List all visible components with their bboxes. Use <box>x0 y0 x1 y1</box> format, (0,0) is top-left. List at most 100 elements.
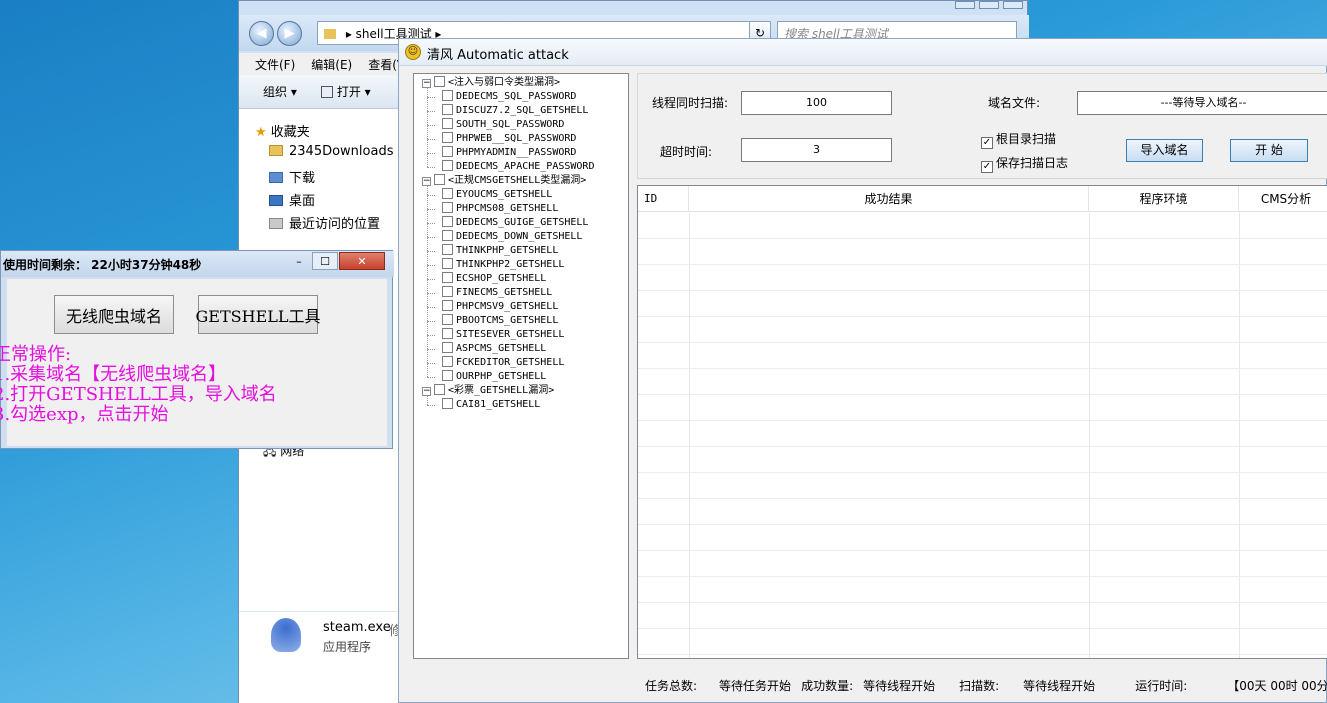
timer-dialog: 使用时间剩余： 22小时37分钟48秒 – ☐ ✕ 无线爬虫域名 GETSHEL… <box>0 250 394 449</box>
table-row <box>638 264 1327 265</box>
tree-checkbox[interactable] <box>442 104 453 115</box>
tree-connector <box>427 279 435 280</box>
tree-item[interactable]: PHPMYADMIN__PASSWORD <box>442 146 576 160</box>
tree-group[interactable]: − <正规CMSGETSHELL类型漏洞> <box>422 174 586 188</box>
collapse-icon[interactable]: − <box>422 79 431 88</box>
collapse-icon[interactable]: − <box>422 177 431 186</box>
tree-item[interactable]: EYOUCMS_GETSHELL <box>442 188 552 202</box>
tree-checkbox[interactable] <box>434 76 445 87</box>
tree-item[interactable]: PHPCMSV9_GETSHELL <box>442 300 558 314</box>
getshell-tool-button[interactable]: GETSHELL工具 <box>196 295 321 334</box>
menu-file[interactable]: 文件(F) <box>255 56 295 73</box>
tree-item[interactable]: DEDECMS_SQL_PASSWORD <box>442 90 576 104</box>
col-result[interactable]: 成功结果 <box>689 186 1089 212</box>
start-button[interactable]: 开 始 <box>1230 139 1308 162</box>
instruction-line: 正常操作: <box>0 344 72 365</box>
tree-group[interactable]: − <注入与弱口令类型漏洞> <box>422 76 560 90</box>
forward-arrow-icon[interactable]: ▶ <box>277 21 302 46</box>
open-button[interactable]: 打开 ▾ <box>320 83 395 100</box>
tree-checkbox[interactable] <box>442 342 453 353</box>
tree-checkbox[interactable] <box>442 300 453 311</box>
tree-item[interactable]: DEDECMS_APACHE_PASSWORD <box>442 160 594 174</box>
tree-connector <box>427 111 435 112</box>
tree-connector <box>427 223 435 224</box>
tree-item[interactable]: ASPCMS_GETSHELL <box>442 342 546 356</box>
tree-checkbox[interactable] <box>442 258 453 269</box>
explorer-close-button[interactable] <box>1003 1 1023 9</box>
app-logo-icon: ☺ <box>405 44 421 60</box>
tree-checkbox[interactable] <box>434 384 445 395</box>
tree-item[interactable]: DISCUZ7.2_SQL_GETSHELL <box>442 104 588 118</box>
col-environment[interactable]: 程序环境 <box>1089 186 1239 212</box>
tree-checkbox[interactable] <box>442 118 453 129</box>
tree-group[interactable]: − <彩票_GETSHELL漏洞> <box>422 384 554 398</box>
menu-edit[interactable]: 编辑(E) <box>311 56 352 73</box>
tree-checkbox[interactable] <box>442 160 453 171</box>
tree-checkbox[interactable] <box>434 174 445 185</box>
domain-file-input[interactable]: ---等待导入域名-- <box>1077 91 1327 115</box>
tree-item[interactable]: PBOOTCMS_GETSHELL <box>442 314 558 328</box>
tree-checkbox[interactable] <box>442 90 453 101</box>
tree-checkbox[interactable] <box>442 314 453 325</box>
nav-favorites[interactable]: ★ 收藏夹 <box>255 121 310 140</box>
tree-item[interactable]: SITESEVER_GETSHELL <box>442 328 564 342</box>
back-arrow-icon[interactable]: ◀ <box>249 21 274 46</box>
organize-button[interactable]: 组织 ▾ <box>263 83 297 100</box>
tree-checkbox[interactable] <box>442 132 453 143</box>
tree-checkbox[interactable] <box>442 272 453 283</box>
timeout-input[interactable]: 3 <box>741 138 892 162</box>
tree-checkbox[interactable] <box>442 244 453 255</box>
minimize-icon[interactable]: – <box>286 251 312 271</box>
tree-item[interactable]: PHPCMS08_GETSHELL <box>442 202 558 216</box>
tree-item[interactable]: FCKEDITOR_GETSHELL <box>442 356 564 370</box>
col-id[interactable]: ID <box>638 186 689 212</box>
explorer-min-button[interactable] <box>955 1 975 9</box>
tree-item[interactable]: OURPHP_GETSHELL <box>442 370 546 384</box>
tree-checkbox[interactable] <box>442 146 453 157</box>
tree-item[interactable]: THINKPHP2_GETSHELL <box>442 258 564 272</box>
settings-panel: 线程同时扫描: 100 超时时间: 3 域名文件: ---等待导入域名-- ✓ 根… <box>637 73 1327 179</box>
import-domains-button[interactable]: 导入域名 <box>1126 139 1203 162</box>
crawler-button[interactable]: 无线爬虫域名 <box>54 295 174 334</box>
nav-item-desktop[interactable]: 桌面 <box>269 190 315 209</box>
maximize-icon[interactable]: ☐ <box>312 252 338 270</box>
save-log-checkbox[interactable]: ✓ 保存扫描日志 <box>981 154 1068 173</box>
collapse-icon[interactable]: − <box>422 387 431 396</box>
tree-item[interactable]: THINKPHP_GETSHELL <box>442 244 558 258</box>
col-cms[interactable]: CMS分析 <box>1239 186 1327 212</box>
root-scan-checkbox[interactable]: ✓ 根目录扫描 <box>981 130 1056 149</box>
tree-checkbox[interactable] <box>442 328 453 339</box>
tree-checkbox[interactable] <box>442 230 453 241</box>
tree-checkbox[interactable] <box>442 398 453 409</box>
tree-checkbox[interactable] <box>442 188 453 199</box>
tree-item[interactable]: SOUTH_SQL_PASSWORD <box>442 118 564 132</box>
nav-item-2345downloads[interactable]: 2345Downloads <box>269 144 393 159</box>
instruction-line: 2.打开GETSHELL工具，导入域名 <box>0 384 277 405</box>
results-grid: ID 成功结果 程序环境 CMS分析 <box>637 185 1327 659</box>
tree-checkbox[interactable] <box>442 216 453 227</box>
tree-item[interactable]: CAI81_GETSHELL <box>442 398 540 412</box>
tree-item[interactable]: FINECMS_GETSHELL <box>442 286 552 300</box>
threads-input[interactable]: 100 <box>741 91 892 115</box>
tree-checkbox[interactable] <box>442 202 453 213</box>
tree-connector <box>427 88 428 167</box>
close-icon[interactable]: ✕ <box>339 252 385 270</box>
tree-checkbox[interactable] <box>442 370 453 381</box>
tree-connector <box>427 251 435 252</box>
tree-connector <box>427 125 435 126</box>
tree-checkbox[interactable] <box>442 286 453 297</box>
tree-item[interactable]: DEDECMS_GUIGE_GETSHELL <box>442 216 588 230</box>
app-titlebar: ☺ 清风 Automatic attack <box>399 39 1327 66</box>
tree-checkbox[interactable] <box>442 356 453 367</box>
tree-item[interactable]: ECSHOP_GETSHELL <box>442 272 546 286</box>
nav-item-downloads[interactable]: 下载 <box>269 167 315 186</box>
success-label: 成功数量: <box>801 679 854 693</box>
table-row <box>638 524 1327 525</box>
tree-item[interactable]: DEDECMS_DOWN_GETSHELL <box>442 230 582 244</box>
tree-item[interactable]: PHPWEB__SQL_PASSWORD <box>442 132 576 146</box>
table-row <box>638 472 1327 473</box>
explorer-max-button[interactable] <box>979 1 999 9</box>
nav-item-recent[interactable]: 最近访问的位置 <box>269 213 380 232</box>
grid-col-divider <box>689 212 690 658</box>
total-label: 任务总数: <box>645 679 698 693</box>
